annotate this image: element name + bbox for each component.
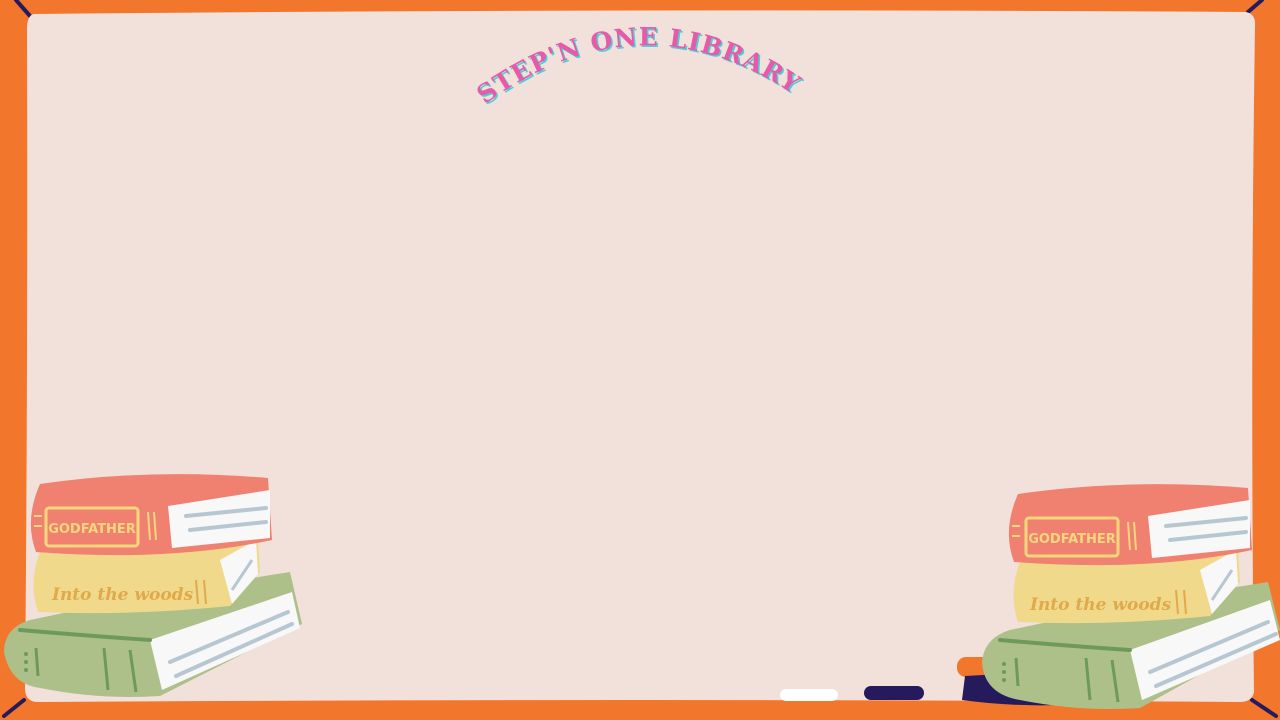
- slide-canvas: STEP'N ONE LIBRARY STEP'N ONE LIBRARY In…: [0, 0, 1280, 720]
- white-marker-stroke: [780, 689, 838, 701]
- slide-graphic: STEP'N ONE LIBRARY STEP'N ONE LIBRARY In…: [0, 0, 1280, 720]
- book-red-title: GODFATHER: [1028, 532, 1116, 547]
- book-red: GODFATHER: [30, 474, 272, 556]
- navy-marker-stroke: [864, 686, 924, 700]
- book-red: GODFATHER: [1008, 484, 1252, 566]
- book-yellow-title: Into the woods: [51, 585, 194, 605]
- book-red-title: GODFATHER: [48, 522, 136, 537]
- book-yellow-title: Into the woods: [1029, 595, 1172, 615]
